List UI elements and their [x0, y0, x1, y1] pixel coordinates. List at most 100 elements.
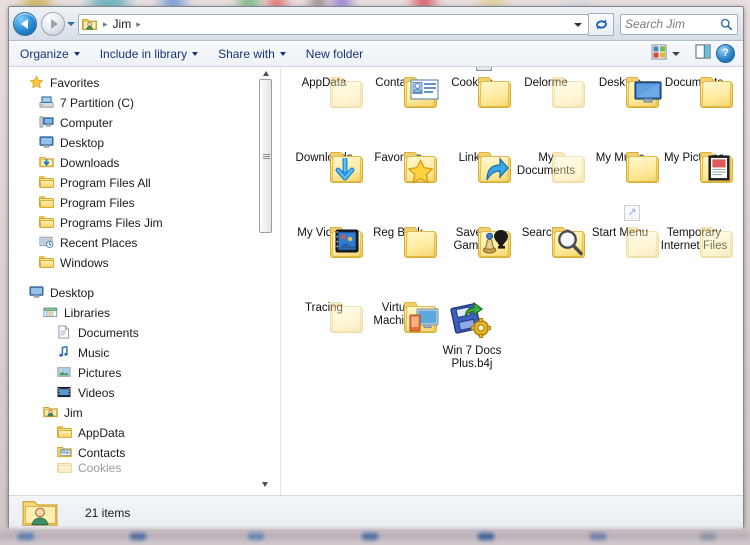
recent-pages-button[interactable] — [65, 13, 77, 35]
file-item[interactable]: ↗Cookies — [435, 67, 512, 150]
file-item[interactable]: Searches — [509, 225, 585, 300]
sidebar-item-computer[interactable]: Computer — [9, 113, 261, 133]
taskbar-button[interactable] — [590, 533, 606, 540]
sidebar-item-label: Pictures — [78, 366, 122, 380]
file-item[interactable]: Saved Games — [435, 225, 511, 300]
explorer-window: ▸ Jim ▸ Search Jim Organize Include in l… — [8, 6, 744, 531]
folder-shape — [478, 77, 512, 111]
sidebar-item-contacts[interactable]: Contacts — [9, 443, 261, 463]
sidebar-scrollbar[interactable] — [258, 69, 274, 489]
status-bar: 21 items — [9, 495, 743, 530]
sidebar-item-label: Music — [78, 346, 110, 360]
window-body: Favorites 7 Partition (C) Computer Deskt… — [9, 67, 743, 495]
sidebar-item-program-files[interactable]: Program Files — [9, 193, 261, 213]
scroll-up-arrow-icon[interactable] — [261, 69, 272, 78]
file-item[interactable]: Temporary Internet Files — [657, 225, 734, 300]
sidebar-group-favorites[interactable]: Favorites — [9, 73, 261, 93]
search-box[interactable]: Search Jim — [620, 13, 738, 35]
shortcut-arrow-icon: ↗ — [624, 205, 640, 221]
forward-arrow-icon — [50, 19, 58, 29]
sidebar-item-music[interactable]: Music — [9, 343, 261, 363]
file-item[interactable]: Documents — [657, 75, 733, 150]
sidebar-item-label: Computer — [60, 116, 113, 130]
navigation-bar: ▸ Jim ▸ Search Jim — [9, 9, 743, 39]
folder-icon — [39, 255, 55, 271]
view-options-chevron-down-icon[interactable] — [672, 51, 680, 56]
file-item[interactable]: ↗ Start Menu — [583, 205, 659, 300]
back-button[interactable] — [13, 12, 37, 36]
taskbar-button[interactable] — [700, 533, 716, 540]
sidebar-item-program-files-all[interactable]: Program Files All — [9, 173, 261, 193]
sidebar-item-jim[interactable]: Jim — [9, 403, 261, 423]
share-with-button[interactable]: Share with — [209, 42, 295, 66]
scrollbar-thumb[interactable] — [259, 79, 272, 233]
file-item[interactable]: Delorme — [509, 75, 585, 150]
sidebar-group-favorites-label: Favorites — [50, 76, 100, 90]
sidebar-item-label: 7 Partition (C) — [60, 96, 135, 110]
file-item[interactable]: My Documents — [509, 150, 585, 225]
new-folder-button[interactable]: New folder — [297, 42, 372, 66]
sidebar-item-programs-files-jim[interactable]: Programs Files Jim — [9, 213, 261, 233]
scrollbar-grip-icon — [263, 154, 270, 159]
file-list-pane[interactable]: AppData Contacts ↗Cookies Delorme Deskto… — [281, 67, 743, 495]
address-bar[interactable]: ▸ Jim ▸ — [78, 13, 589, 35]
file-item[interactable]: My Pictures — [657, 150, 733, 225]
sidebar-item-videos[interactable]: Videos — [9, 383, 261, 403]
scroll-down-arrow-icon[interactable] — [260, 480, 271, 489]
refresh-icon — [595, 19, 607, 30]
organize-button[interactable]: Organize — [11, 42, 89, 66]
sidebar-item-label: Contacts — [78, 446, 126, 460]
file-item[interactable]: Tracing — [287, 300, 363, 375]
sidebar-item-downloads[interactable]: Downloads — [9, 153, 261, 173]
sidebar-item-pictures[interactable]: Pictures — [9, 363, 261, 383]
pictures-library-icon — [57, 365, 73, 381]
refresh-button[interactable] — [588, 12, 614, 36]
taskbar-button[interactable] — [18, 533, 34, 540]
file-item[interactable]: My Videos — [287, 225, 363, 300]
sidebar-item-appdata[interactable]: AppData — [9, 423, 261, 443]
folder-icon — [57, 463, 73, 473]
file-item[interactable]: Contacts — [361, 75, 439, 150]
preview-pane-icon[interactable] — [695, 44, 712, 63]
sidebar-item-documents[interactable]: Documents — [9, 323, 261, 343]
sidebar-group-desktop[interactable]: Desktop — [9, 283, 261, 303]
sidebar-item-libraries[interactable]: Libraries — [9, 303, 261, 323]
address-dropdown-chevron-icon[interactable] — [574, 22, 582, 27]
breadcrumb-separator[interactable]: ▸ — [133, 19, 144, 30]
scrollbar-track[interactable] — [258, 78, 274, 480]
forward-button[interactable] — [41, 12, 65, 36]
taskbar-button[interactable] — [248, 533, 264, 540]
taskbar-button[interactable] — [478, 533, 494, 540]
file-item[interactable]: Reg Back — [361, 225, 438, 300]
file-item[interactable]: Links — [435, 150, 511, 225]
file-item[interactable]: Virtual Machines — [361, 300, 439, 375]
computer-icon — [39, 115, 55, 131]
help-icon[interactable]: ? — [716, 44, 735, 63]
taskbar[interactable] — [0, 528, 750, 545]
file-item[interactable]: Desktop — [583, 75, 662, 150]
file-item[interactable]: Favorites — [361, 150, 437, 225]
sidebar-item-recent-places[interactable]: Recent Places — [9, 233, 261, 253]
taskbar-button[interactable] — [130, 533, 146, 540]
folder-shape — [700, 227, 734, 261]
sidebar-item-label: Documents — [78, 326, 139, 340]
folder-shape — [330, 77, 364, 111]
organize-label: Organize — [20, 46, 69, 61]
taskbar-button[interactable] — [362, 533, 378, 540]
sidebar-item-windows[interactable]: Windows — [9, 253, 261, 273]
sidebar-item-label: Program Files All — [60, 176, 151, 190]
view-options-icon[interactable] — [651, 44, 668, 63]
backup-file-icon — [450, 301, 494, 343]
sidebar-item-desktop[interactable]: Desktop — [9, 133, 261, 153]
file-item[interactable]: AppData — [287, 75, 364, 150]
search-input[interactable]: Search Jim — [625, 17, 685, 31]
include-in-library-button[interactable]: Include in library — [91, 42, 207, 66]
file-item[interactable]: Downloads — [287, 150, 363, 225]
sidebar-item-7-partition-c[interactable]: 7 Partition (C) — [9, 93, 261, 113]
file-item[interactable]: Win 7 Docs Plus.b4j — [435, 300, 509, 375]
desktop-icon — [39, 135, 55, 151]
folder-shape — [404, 227, 438, 261]
sidebar-item-cookies[interactable]: Cookies — [9, 463, 261, 473]
breadcrumb-item-jim[interactable]: Jim — [111, 17, 134, 31]
file-item[interactable]: My Music — [583, 150, 659, 225]
